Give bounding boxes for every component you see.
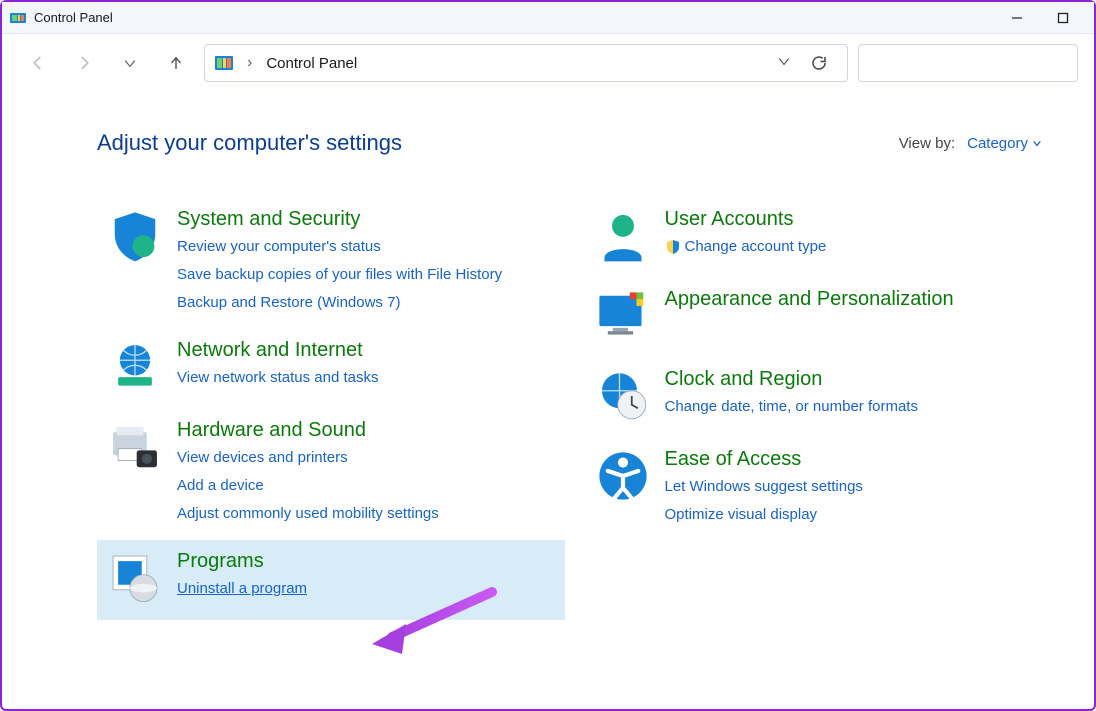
- category-link[interactable]: Change account type: [685, 235, 827, 259]
- category-title[interactable]: User Accounts: [665, 208, 827, 231]
- left-column: System and Security Review your computer…: [97, 198, 565, 620]
- forward-button[interactable]: [66, 45, 102, 81]
- view-by-selector[interactable]: View by: Category: [899, 135, 1042, 152]
- history-dropdown-icon[interactable]: [777, 54, 791, 73]
- category-hardware-sound[interactable]: Hardware and Sound View devices and prin…: [97, 409, 565, 540]
- category-user-accounts[interactable]: User Accounts Change account type: [585, 198, 1053, 278]
- content-area: Adjust your computer's settings View by:…: [2, 92, 1094, 640]
- category-clock-region[interactable]: Clock and Region Change date, time, or n…: [585, 358, 1053, 438]
- category-network-internet[interactable]: Network and Internet View network status…: [97, 329, 565, 409]
- page-title: Adjust your computer's settings: [97, 130, 402, 156]
- category-link[interactable]: Backup and Restore (Windows 7): [177, 291, 502, 315]
- minimize-button[interactable]: [994, 2, 1040, 34]
- chevron-down-icon: [1032, 138, 1042, 148]
- category-title[interactable]: Clock and Region: [665, 368, 918, 391]
- nav-row: › Control Panel: [2, 34, 1094, 92]
- monitor-icon: [595, 288, 651, 344]
- refresh-button[interactable]: [801, 45, 837, 81]
- category-link[interactable]: Optimize visual display: [665, 503, 863, 527]
- search-input[interactable]: [858, 44, 1078, 82]
- control-panel-icon: [215, 56, 233, 70]
- uac-shield-icon: [665, 239, 681, 255]
- breadcrumb-root[interactable]: Control Panel: [266, 55, 357, 72]
- globe-icon: [107, 339, 163, 395]
- up-button[interactable]: [158, 45, 194, 81]
- maximize-button[interactable]: [1040, 2, 1086, 34]
- category-title[interactable]: Programs: [177, 550, 307, 573]
- category-link[interactable]: Change date, time, or number formats: [665, 395, 918, 419]
- view-by-label: View by:: [899, 135, 955, 152]
- uninstall-program-link[interactable]: Uninstall a program: [177, 577, 307, 601]
- control-panel-app-icon: [10, 10, 26, 26]
- titlebar: Control Panel: [2, 2, 1094, 34]
- category-link[interactable]: Let Windows suggest settings: [665, 475, 863, 499]
- category-title[interactable]: Hardware and Sound: [177, 419, 439, 442]
- right-column: User Accounts Change account type Appear…: [585, 198, 1053, 620]
- category-title[interactable]: Appearance and Personalization: [665, 288, 954, 311]
- category-system-security[interactable]: System and Security Review your computer…: [97, 198, 565, 329]
- view-by-value[interactable]: Category: [967, 135, 1042, 152]
- shield-icon: [107, 208, 163, 264]
- category-link[interactable]: Add a device: [177, 474, 439, 498]
- category-appearance-personalization[interactable]: Appearance and Personalization: [585, 278, 1053, 358]
- category-link[interactable]: Save backup copies of your files with Fi…: [177, 263, 502, 287]
- category-link[interactable]: Review your computer's status: [177, 235, 502, 259]
- window-title: Control Panel: [34, 10, 113, 25]
- back-button[interactable]: [20, 45, 56, 81]
- address-bar[interactable]: › Control Panel: [204, 44, 848, 82]
- recent-locations-button[interactable]: [112, 45, 148, 81]
- category-title[interactable]: Ease of Access: [665, 448, 863, 471]
- category-title[interactable]: System and Security: [177, 208, 502, 231]
- category-title[interactable]: Network and Internet: [177, 339, 379, 362]
- category-link[interactable]: View devices and printers: [177, 446, 439, 470]
- programs-icon: [107, 550, 163, 606]
- breadcrumb-chevron-icon[interactable]: ›: [243, 54, 256, 72]
- user-icon: [595, 208, 651, 264]
- category-link[interactable]: Adjust commonly used mobility settings: [177, 502, 439, 526]
- category-programs[interactable]: Programs Uninstall a program: [97, 540, 565, 620]
- printer-camera-icon: [107, 419, 163, 475]
- accessibility-icon: [595, 448, 651, 504]
- category-ease-of-access[interactable]: Ease of Access Let Windows suggest setti…: [585, 438, 1053, 541]
- category-link[interactable]: View network status and tasks: [177, 366, 379, 390]
- clock-globe-icon: [595, 368, 651, 424]
